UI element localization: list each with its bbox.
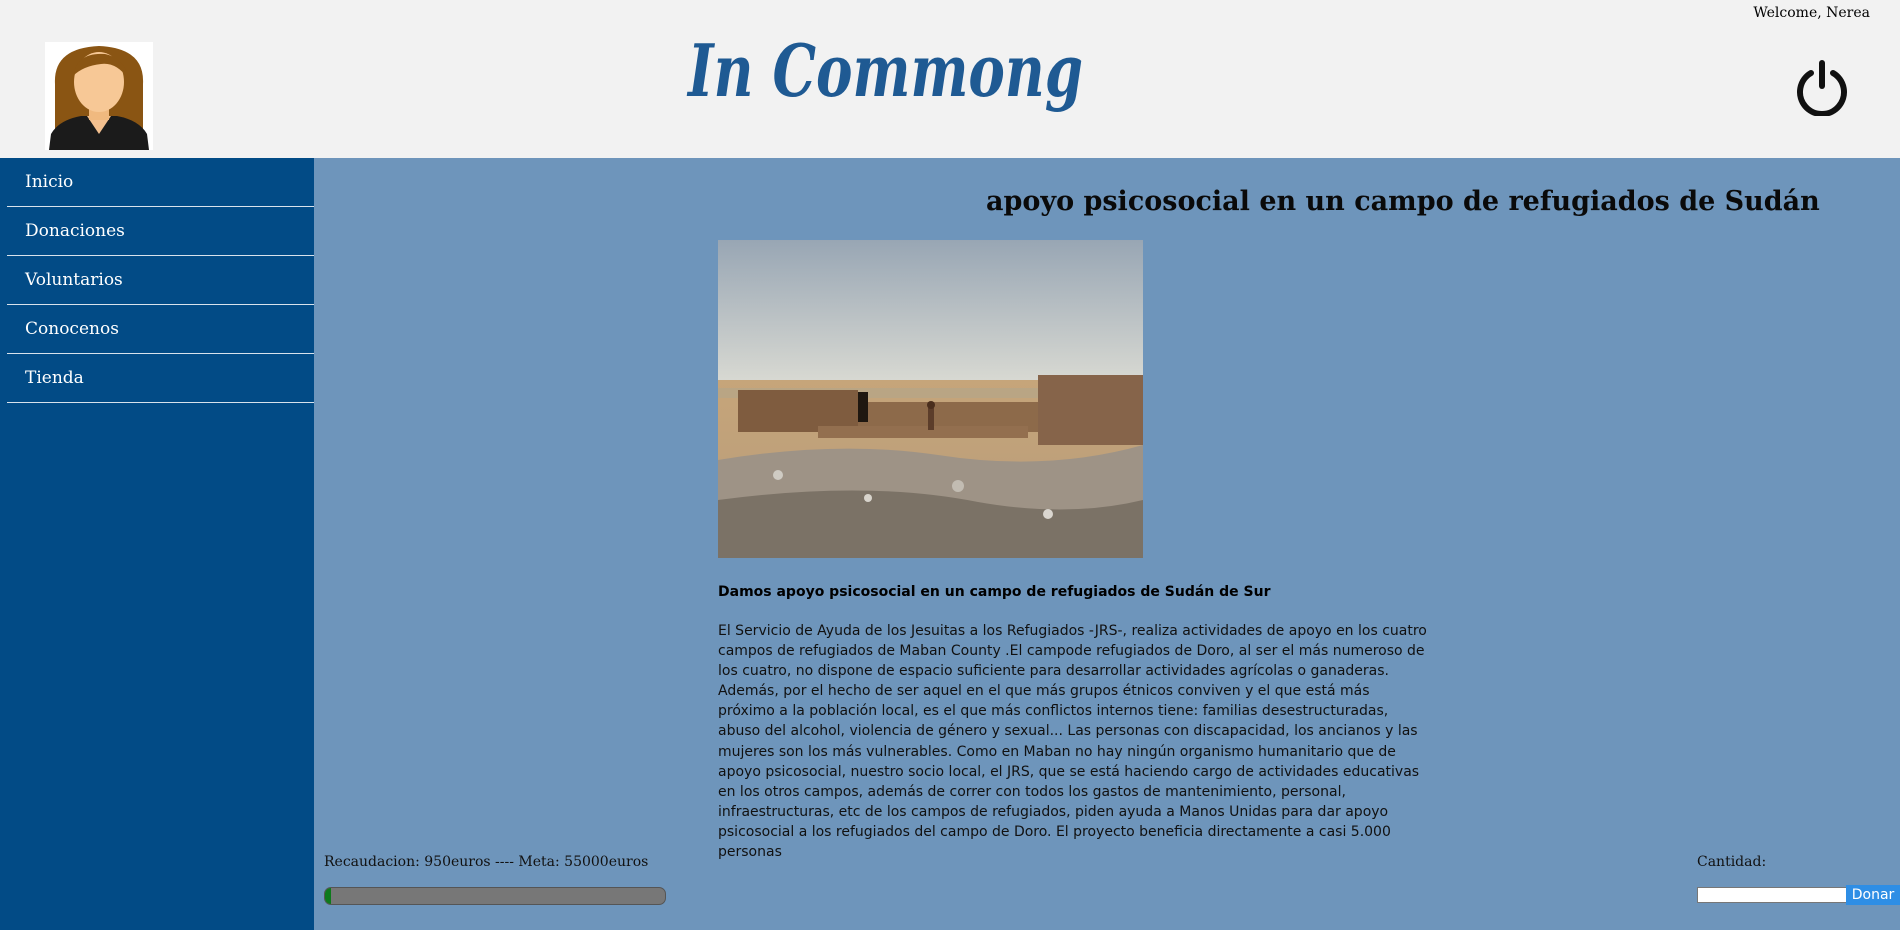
header-bar: In Commong Welcome, Nerea <box>0 0 1900 158</box>
sidebar-nav: Inicio Donaciones Voluntarios Conocenos … <box>7 158 314 403</box>
sidebar-item-conocenos[interactable]: Conocenos <box>7 305 314 354</box>
funding-progress-fill <box>325 888 332 904</box>
power-icon[interactable] <box>1794 60 1850 116</box>
donate-button[interactable]: Donar <box>1846 885 1900 905</box>
sidebar-item-tienda[interactable]: Tienda <box>7 354 314 403</box>
sidebar-item-voluntarios[interactable]: Voluntarios <box>7 256 314 305</box>
sidebar: Inicio Donaciones Voluntarios Conocenos … <box>0 158 314 930</box>
svg-text:In Commong: In Commong <box>686 28 1083 113</box>
sidebar-item-inicio[interactable]: Inicio <box>7 158 314 207</box>
funding-status: Recaudacion: 950euros ---- Meta: 55000eu… <box>324 854 649 870</box>
quantity-input[interactable] <box>1697 887 1847 903</box>
refugee-camp-photo <box>718 240 1143 558</box>
project-description: El Servicio de Ayuda de los Jesuitas a l… <box>718 623 1427 861</box>
in-commong-logo: In Commong <box>686 28 1083 113</box>
sidebar-item-donaciones[interactable]: Donaciones <box>7 207 314 256</box>
user-avatar-icon <box>45 42 153 150</box>
funding-progress-bar <box>324 887 666 905</box>
project-title: apoyo psicosocial en un campo de refugia… <box>986 186 1820 217</box>
quantity-label: Cantidad: <box>1697 854 1767 870</box>
project-subtitle: Damos apoyo psicosocial en un campo de r… <box>718 584 1271 600</box>
welcome-text: Welcome, Nerea <box>1753 5 1870 21</box>
